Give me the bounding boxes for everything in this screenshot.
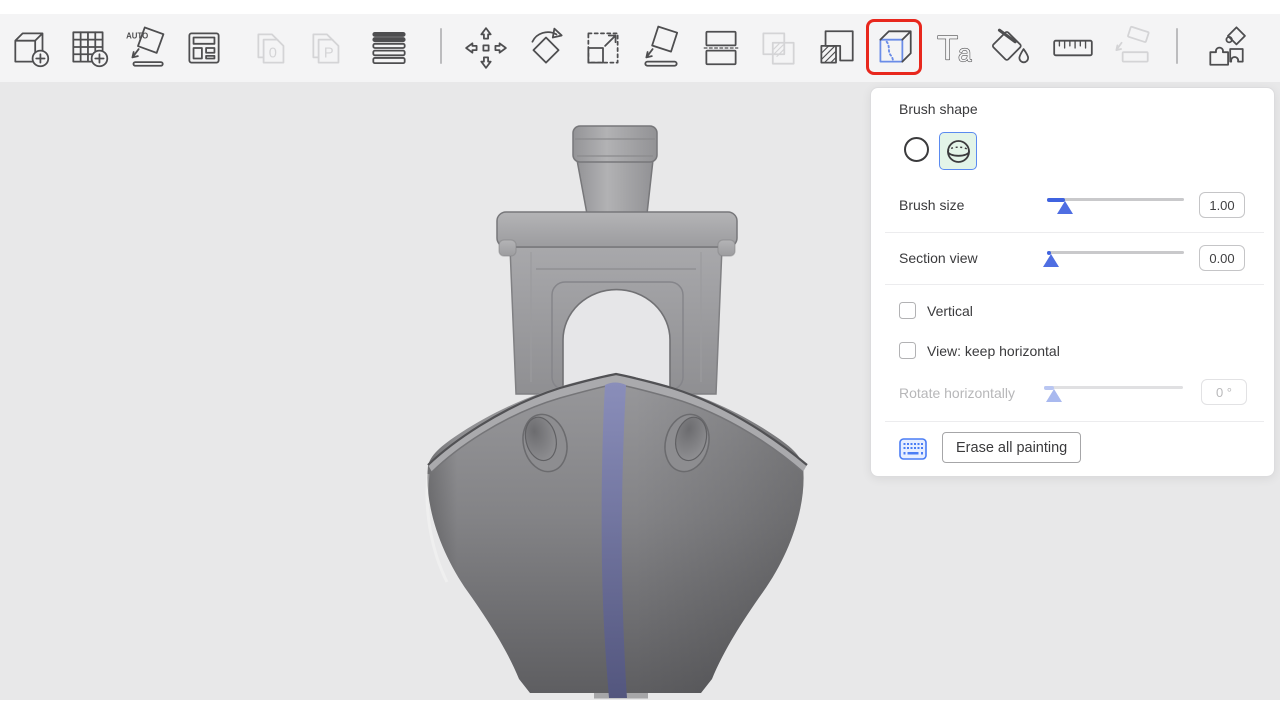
- rotate-horizontally-slider[interactable]: [1044, 381, 1183, 403]
- brush-size-value[interactable]: 1.00: [1199, 192, 1245, 218]
- seam-painting-icon[interactable]: [866, 19, 922, 75]
- view-keep-horizontal-label: View: keep horizontal: [927, 343, 1060, 359]
- svg-text:T: T: [937, 30, 958, 68]
- brush-shape-sphere-icon[interactable]: [939, 132, 977, 170]
- page-zero-icon[interactable]: 0: [250, 25, 296, 71]
- svg-text:0: 0: [269, 45, 277, 61]
- mesh-boolean-icon[interactable]: [813, 25, 859, 71]
- section-view-label: Section view: [899, 250, 978, 266]
- divider: [885, 232, 1264, 233]
- assembly-icon[interactable]: [1108, 25, 1154, 71]
- erase-all-painting-button[interactable]: Erase all painting: [942, 432, 1081, 463]
- add-object-icon[interactable]: [8, 25, 54, 71]
- brush-shape-circle-icon[interactable]: [904, 137, 929, 162]
- section-view-value[interactable]: 0.00: [1199, 245, 1245, 271]
- rotate-horizontally-value[interactable]: 0 °: [1201, 379, 1247, 405]
- svg-text:AUTO: AUTO: [126, 32, 148, 41]
- add-plate-icon[interactable]: [66, 25, 112, 71]
- brush-size-label: Brush size: [899, 197, 964, 213]
- brush-shape-label: Brush shape: [899, 101, 978, 117]
- color-painting-icon[interactable]: [988, 25, 1034, 71]
- top-toolbar: AUTO 0 P Ta: [0, 14, 1280, 82]
- separator-2: [1176, 28, 1178, 64]
- scale-icon[interactable]: [580, 25, 626, 71]
- measure-icon[interactable]: [1050, 25, 1096, 71]
- cut-icon[interactable]: [698, 25, 744, 71]
- puzzle-icon[interactable]: [1203, 25, 1249, 71]
- divider: [885, 421, 1264, 422]
- seam-painting-panel: Brush shape Brush size 1.00 Section view…: [870, 87, 1275, 477]
- mesh-overlap-icon[interactable]: [755, 25, 801, 71]
- view-keep-horizontal-checkbox[interactable]: [899, 342, 916, 359]
- move-icon[interactable]: [463, 25, 509, 71]
- svg-text:P: P: [324, 45, 334, 61]
- brush-size-slider[interactable]: [1047, 193, 1184, 215]
- vertical-checkbox-label: Vertical: [927, 303, 973, 319]
- divider: [885, 284, 1264, 285]
- section-view-slider[interactable]: [1047, 246, 1184, 268]
- variable-layer-height-icon[interactable]: [366, 25, 412, 71]
- auto-orient-icon[interactable]: AUTO: [123, 25, 169, 71]
- arrange-icon[interactable]: [181, 25, 227, 71]
- page-p-icon[interactable]: P: [305, 25, 351, 71]
- separator-1: [440, 28, 442, 64]
- text-shape-icon[interactable]: Ta: [933, 25, 979, 71]
- keyboard-shortcuts-icon[interactable]: [899, 438, 927, 465]
- rotate-horizontally-label: Rotate horizontally: [899, 385, 1015, 401]
- place-on-face-icon[interactable]: [638, 25, 684, 71]
- seam-painting-screen: { "toolbar": { "items": [ {"name": "add-…: [0, 0, 1280, 720]
- svg-text:a: a: [958, 41, 972, 68]
- vertical-checkbox[interactable]: [899, 302, 916, 319]
- rotate-icon[interactable]: [523, 25, 569, 71]
